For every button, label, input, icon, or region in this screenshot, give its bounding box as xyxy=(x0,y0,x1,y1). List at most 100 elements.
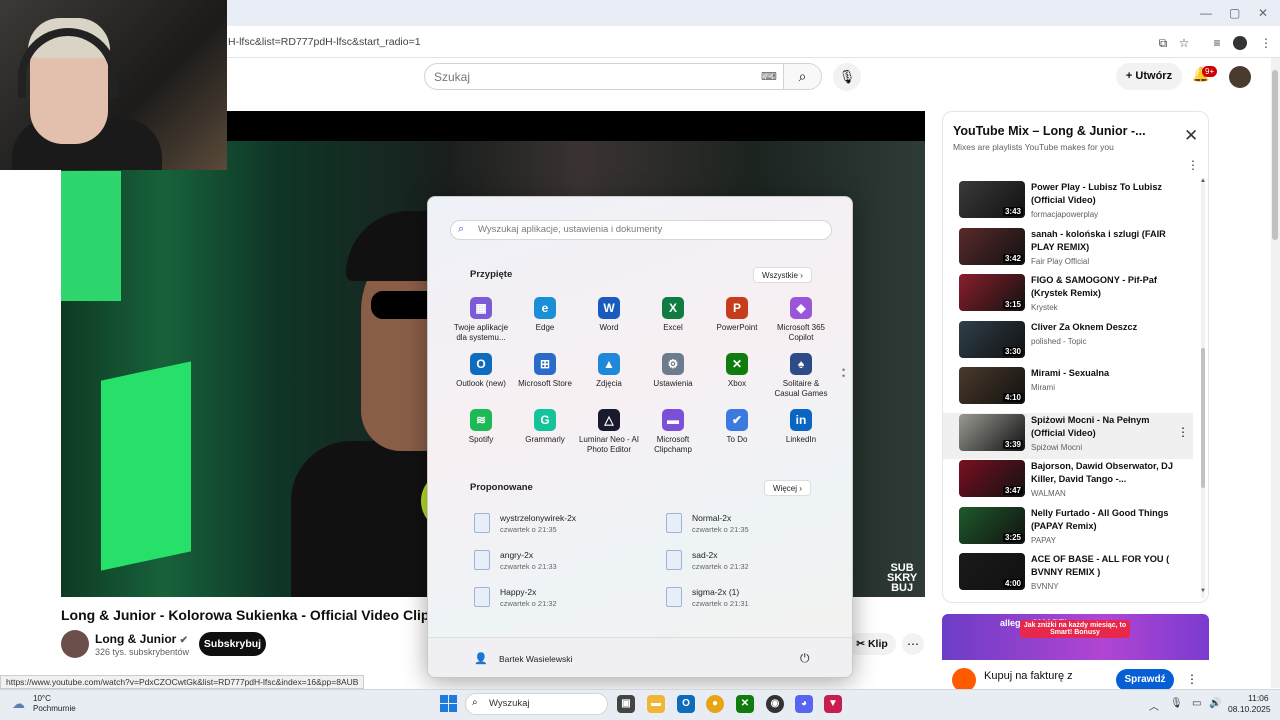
pinned-app[interactable]: O Outlook (new) xyxy=(450,353,512,389)
playlist-item[interactable]: 4:10 Mirami - Sexualna Mirami xyxy=(943,366,1193,412)
clock-date[interactable]: 08.10.2025 xyxy=(1228,704,1271,714)
file-explorer-icon[interactable]: ▬ xyxy=(647,695,665,713)
ad-cta-button[interactable]: Sprawdź xyxy=(1116,669,1174,691)
clipchamp-icon: ▬ xyxy=(662,409,684,431)
bookmark-star-icon[interactable]: ☆ xyxy=(1176,35,1192,51)
discord-icon[interactable]: ◕ xyxy=(795,695,813,713)
obs-icon[interactable]: ◉ xyxy=(766,695,784,713)
user-name[interactable]: Bartek Wasielewski xyxy=(499,654,572,664)
close-window-icon[interactable]: ✕ xyxy=(1258,6,1268,20)
browser-menu-icon[interactable]: ⋮ xyxy=(1258,35,1274,51)
video-thumbnail[interactable]: 3:43 xyxy=(959,181,1025,218)
search-button[interactable]: ⌕ xyxy=(783,64,821,89)
tray-chevron-icon[interactable]: ︿ xyxy=(1149,698,1159,713)
maximize-icon[interactable]: ▢ xyxy=(1229,6,1240,20)
windows-start-icon[interactable] xyxy=(440,695,458,713)
user-icon[interactable]: 👤 xyxy=(474,652,488,665)
recommended-file[interactable]: sad-2x czwartek o 21:32 xyxy=(666,548,846,578)
pinned-app[interactable]: e Edge xyxy=(514,297,576,333)
queue-icon[interactable]: ≡ xyxy=(1209,35,1225,51)
pinned-app[interactable]: ⚙ Ustawienia xyxy=(642,353,704,389)
pinned-app[interactable]: △ Luminar Neo - AI Photo Editor xyxy=(578,409,640,455)
recommended-file[interactable]: angry-2x czwartek o 21:33 xyxy=(474,548,654,578)
app-icon[interactable]: ▼ xyxy=(824,695,842,713)
ad-menu-icon[interactable]: ⋮ xyxy=(1186,672,1198,686)
url-text[interactable]: H-lfsc&list=RD777pdH-lfsc&start_radio=1 xyxy=(228,36,421,48)
clip-button[interactable]: ✂ Klip xyxy=(848,633,896,655)
weather-temp[interactable]: 10°C xyxy=(33,694,51,703)
more-actions-icon[interactable]: ⋯ xyxy=(902,633,924,655)
pinned-app[interactable]: G Grammarly xyxy=(514,409,576,445)
xbox-taskbar-icon[interactable]: ✕ xyxy=(736,695,754,713)
pinned-app[interactable]: X Excel xyxy=(642,297,704,333)
more-button[interactable]: Więcej › xyxy=(764,480,811,496)
avatar[interactable] xyxy=(1229,66,1251,88)
create-button[interactable]: + Utwórz xyxy=(1116,63,1182,90)
subscribe-watermark[interactable]: SUB SKRY BUJ xyxy=(887,563,917,594)
close-icon[interactable]: ✕ xyxy=(1184,126,1198,146)
video-thumbnail[interactable]: 3:42 xyxy=(959,227,1025,265)
scroll-down-icon[interactable]: ▼ xyxy=(1200,588,1206,594)
video-thumbnail[interactable]: 3:25 xyxy=(959,506,1025,544)
item-menu-icon[interactable]: ⋮ xyxy=(1177,425,1189,439)
playlist-item-channel: WALMAN xyxy=(1031,489,1066,498)
taskbar-search[interactable] xyxy=(465,693,608,715)
power-icon[interactable]: ⏻ xyxy=(800,651,810,666)
clock-time[interactable]: 11:06 xyxy=(1248,693,1269,703)
profile-icon[interactable] xyxy=(1233,36,1247,50)
recommended-file[interactable]: Normal-2x czwartek o 21:35 xyxy=(666,511,846,541)
recommended-file[interactable]: wystrzelonywirek-2x czwartek o 21:35 xyxy=(474,511,654,541)
pinned-app[interactable]: W Word xyxy=(578,297,640,333)
video-thumbnail[interactable]: 3:47 xyxy=(959,460,1025,497)
video-thumbnail[interactable]: 3:15 xyxy=(959,274,1025,311)
channel-avatar[interactable] xyxy=(61,630,89,658)
cloud-icon[interactable]: ☁ xyxy=(12,696,25,712)
mic-icon[interactable]: 🎙 xyxy=(833,63,861,91)
playlist-item[interactable]: 3:25 Nelly Furtado - All Good Things (PAP… xyxy=(943,506,1193,552)
video-thumbnail[interactable]: 4:00 xyxy=(959,553,1025,590)
pinned-app[interactable]: in LinkedIn xyxy=(770,409,832,445)
clip-label: Klip xyxy=(867,638,888,650)
keyboard-icon[interactable]: ⌨ xyxy=(761,70,777,83)
playlist-item[interactable]: 3:43 Power Play - Lubisz To Lubisz (Offic… xyxy=(943,180,1193,226)
playlist-item[interactable]: 4:00 ACE OF BASE - ALL FOR YOU ( BVNNY RE… xyxy=(943,552,1193,598)
chrome-icon[interactable]: ● xyxy=(706,695,724,713)
task-view-icon[interactable]: ▣ xyxy=(617,695,635,713)
image-file-icon xyxy=(666,587,682,607)
video-thumbnail[interactable]: 3:30 xyxy=(959,320,1025,358)
playlist-item[interactable]: 3:15 FIGO & SAMOGONY - Pif-Paf (Krystek R… xyxy=(943,273,1193,319)
scroll-up-icon[interactable]: ▲ xyxy=(1200,178,1206,184)
weather-desc[interactable]: Pochmurnie xyxy=(33,704,76,713)
playlist-scrollbar-thumb[interactable] xyxy=(1201,348,1205,488)
playlist-menu-icon[interactable]: ⋮ xyxy=(1187,158,1199,172)
playlist-item[interactable]: 3:30 Cliver Za Oknem Deszcz polished - Top… xyxy=(943,320,1193,366)
pinned-app[interactable]: ▦ Twoje aplikacje dla systemu... xyxy=(450,297,512,343)
playlist-item[interactable]: 3:47 Bajorson, Dawid Obserwator, DJ Kille… xyxy=(943,459,1193,505)
page-scrollbar-thumb[interactable] xyxy=(1272,70,1278,240)
pinned-app[interactable]: ✔ To Do xyxy=(706,409,768,445)
playlist-item[interactable]: 3:42 sanah - kolońska i szlugi (FAIR PLAY… xyxy=(943,227,1193,273)
playlist-item[interactable]: 3:39 Spiżowi Mocni - Na Pełnym (Official … xyxy=(943,412,1193,459)
minimize-icon[interactable]: — xyxy=(1200,6,1212,20)
pinned-app[interactable]: ◆ Microsoft 365 Copilot xyxy=(770,297,832,343)
pinned-app[interactable]: ⊞ Microsoft Store xyxy=(514,353,576,389)
pinned-app[interactable]: ♠ Solitaire & Casual Games xyxy=(770,353,832,399)
volume-icon[interactable]: 🔊 xyxy=(1209,698,1221,709)
video-thumbnail[interactable]: 4:10 xyxy=(959,367,1025,404)
recommended-file[interactable]: Happy-2x czwartek o 21:32 xyxy=(474,585,654,615)
microphone-icon[interactable]: 🎙 xyxy=(1170,698,1183,709)
channel-name[interactable]: Long & Junior ✔ xyxy=(95,632,188,646)
recommended-file[interactable]: sigma-2x (1) czwartek o 21:31 xyxy=(666,585,846,615)
pinned-app[interactable]: ✕ Xbox xyxy=(706,353,768,389)
video-thumbnail[interactable]: 3:39 xyxy=(959,413,1025,451)
install-app-icon[interactable]: ⧉ xyxy=(1155,35,1171,51)
pinned-app[interactable]: P PowerPoint xyxy=(706,297,768,333)
pinned-app[interactable]: ≋ Spotify xyxy=(450,409,512,445)
page-dots[interactable]: • • xyxy=(842,366,845,381)
subscribe-button[interactable]: Subskrybuj xyxy=(199,632,266,656)
display-icon[interactable]: ▭ xyxy=(1192,698,1201,709)
pinned-app[interactable]: ▲ Zdjęcia xyxy=(578,353,640,389)
pinned-app[interactable]: ▬ Microsoft Clipchamp xyxy=(642,409,704,455)
outlook-taskbar-icon[interactable]: O xyxy=(677,695,695,713)
all-apps-button[interactable]: Wszystkie › xyxy=(753,267,812,283)
